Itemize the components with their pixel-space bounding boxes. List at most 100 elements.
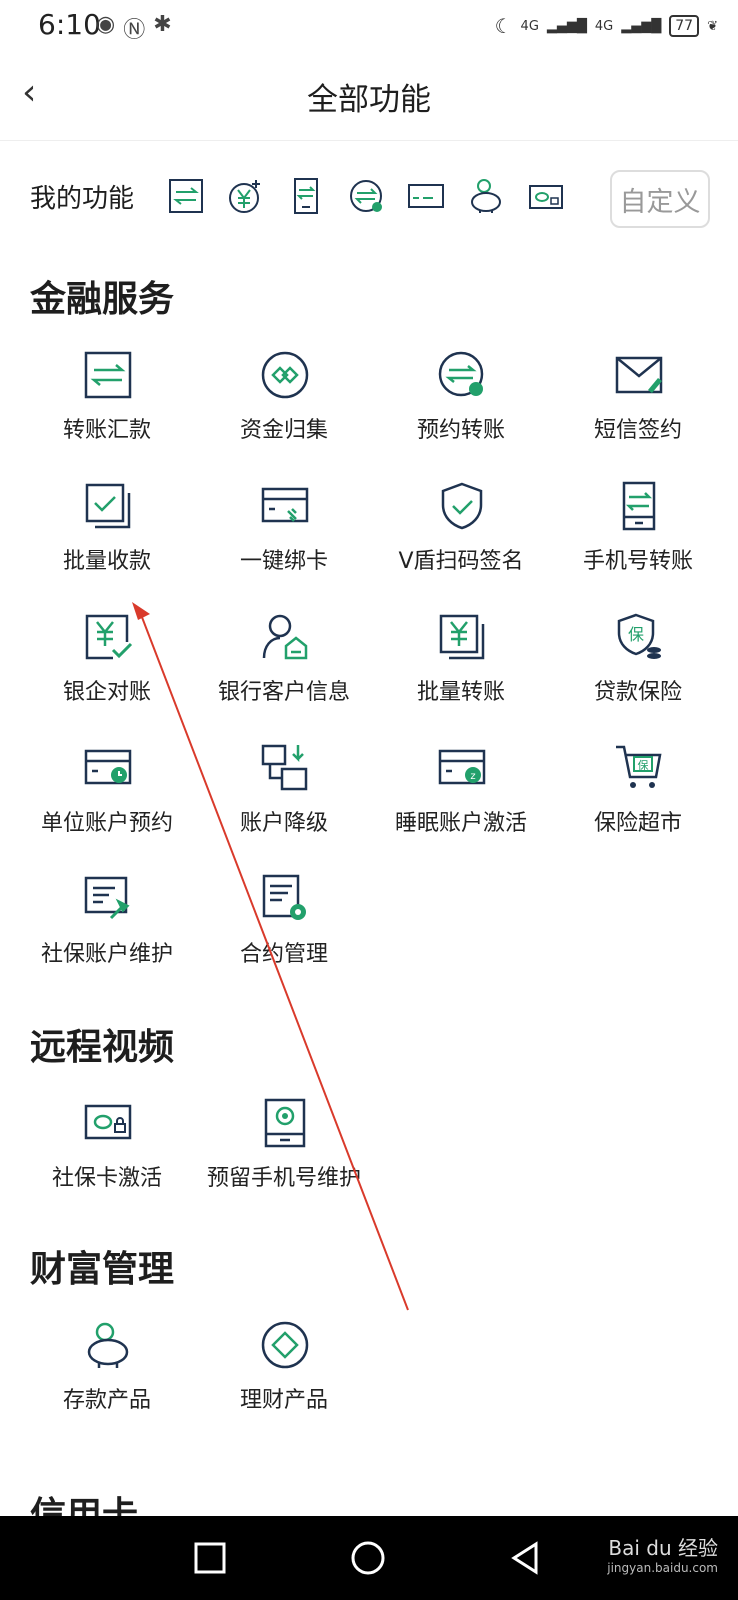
reserved-phone-icon [264,1098,306,1148]
system-nav-bar: Bai du 经验 jingyan.baidu.com [0,1516,738,1600]
tile-label: 账户降级 [239,811,328,836]
tile-phone-transfer[interactable]: 手机号转账 [546,481,730,611]
tile-insurance-market[interactable]: 保 保险超市 [546,743,730,873]
battery-level: 77 [669,15,700,37]
insurance-market-icon: 保 [616,745,662,788]
tile-label: 一键绑卡 [239,549,328,574]
piggy-bank-icon-small[interactable] [466,176,506,216]
svg-text:z: z [470,771,475,782]
section-title-wealth: 财富管理 [30,1249,175,1290]
loan-insurance-icon: 保 [617,613,661,659]
page-title: 全部功能 [307,82,431,118]
tile-scheduled-transfer[interactable]: 预约转账 [369,350,553,480]
social-card-activate-icon [84,1104,132,1140]
tile-reserved-phone[interactable]: 预留手机号维护 [192,1098,376,1228]
tile-label: 银企对账 [62,680,151,705]
back-nav-icon[interactable] [504,1536,548,1580]
transfer-icon [84,351,132,399]
fund-collect-icon [261,351,309,399]
tile-label: 单位账户预约 [40,811,173,836]
tile-label: 资金归集 [239,418,328,443]
eye-icon: ◉ [96,12,116,37]
card-icon[interactable] [406,176,446,216]
tile-label: 预留手机号维护 [206,1166,361,1191]
moon-icon: ☾ [494,14,513,38]
batch-transfer-icon [439,614,485,660]
tile-label: 手机号转账 [582,549,693,574]
tile-batch-transfer[interactable]: 批量转账 [369,612,553,742]
social-card-icon-small[interactable] [526,176,566,216]
tile-reconcile[interactable]: 银企对账 [15,612,199,742]
svg-text:保: 保 [638,758,649,772]
status-bar: 6:10 ◉ Ⓝ ✱ ☾ 4G ▂▄▆█ 4G ▂▄▆█ 77 ❦ [0,0,738,52]
tile-label: 短信签约 [593,418,682,443]
tile-label: 存款产品 [62,1388,151,1413]
signal-4g-2: 4G [594,18,614,34]
signal-4g-1: 4G [520,18,539,34]
scheduled-transfer-icon [438,351,484,397]
tile-label: 转账汇款 [62,418,151,443]
tile-label: 社保账户维护 [40,942,173,967]
baidu-watermark: Bai du 经验 jingyan.baidu.com [607,1536,718,1575]
tile-label: 贷款保险 [593,680,682,705]
my-functions-label: 我的功能 [30,184,135,214]
phone-transfer-icon [622,481,656,531]
tile-loan-insurance[interactable]: 保 贷款保险 [546,612,730,742]
tile-label: 预约转账 [416,418,505,443]
customer-info-icon [262,614,308,660]
home-icon[interactable] [346,1536,390,1580]
tile-label: 银行客户信息 [217,680,350,705]
tile-account-downgrade[interactable]: 账户降级 [192,743,376,873]
recent-apps-icon[interactable] [188,1536,232,1580]
tile-shield-scan[interactable]: V盾扫码签名 [369,481,553,611]
tile-customer-info[interactable]: 银行客户信息 [192,612,376,742]
tile-label: 理财产品 [239,1388,328,1413]
reconcile-icon [85,614,133,660]
header: ‹ 全部功能 [0,52,738,141]
bluetooth-icon: ✱ [153,12,172,37]
tile-dormant-activate[interactable]: z 睡眠账户激活 [369,743,553,873]
tile-wealth-product[interactable]: 理财产品 [192,1320,376,1450]
tile-label: 批量收款 [62,549,151,574]
signal-bars-icon: ▂▄▆█ [546,18,587,34]
tile-transfer[interactable]: 转账汇款 [15,350,199,480]
account-reserve-icon [84,749,132,785]
my-functions-row: 我的功能 自定义 [0,160,738,240]
account-downgrade-icon [261,744,308,791]
tile-social-maintain[interactable]: 社保账户维护 [15,874,199,1004]
section-title-credit: 信用卡 [30,1495,139,1516]
nfc-icon: Ⓝ [123,18,146,43]
tile-deposit[interactable]: 存款产品 [15,1320,199,1450]
tile-batch-receive[interactable]: 批量收款 [15,481,199,611]
tile-label: 保险超市 [593,811,682,836]
diamond-icon [261,1321,309,1369]
contract-manage-icon [262,874,306,920]
phone-transfer-icon-small[interactable] [286,176,326,216]
section-title-finance: 金融服务 [30,279,175,320]
tile-label: 合约管理 [239,942,328,967]
tile-fund-collect[interactable]: 资金归集 [192,350,376,480]
tile-social-card-activate[interactable]: 社保卡激活 [15,1098,199,1228]
transfer-icon[interactable] [166,176,206,216]
tile-contract-manage[interactable]: 合约管理 [192,874,376,1004]
sms-sign-icon [615,356,663,394]
tile-bind-card[interactable]: 一键绑卡 [192,481,376,611]
signal-bars-icon-2: ▂▄▆█ [621,18,662,34]
scheduled-transfer-icon-small[interactable] [346,176,386,216]
social-maintain-icon [84,876,130,920]
tile-sms-sign[interactable]: 短信签约 [546,350,730,480]
section-title-remote: 远程视频 [30,1027,175,1068]
yuan-add-icon[interactable] [226,176,266,216]
batch-receive-icon [85,483,131,529]
tile-account-reserve[interactable]: 单位账户预约 [15,743,199,873]
tile-label: V盾扫码签名 [398,549,524,574]
leaf-icon: ❦ [707,18,718,34]
dormant-activate-icon: z [438,749,486,785]
status-time: 6:10 [38,8,101,41]
tile-label: 社保卡激活 [51,1166,162,1191]
piggy-bank-icon [87,1322,129,1368]
tile-label: 批量转账 [416,680,505,705]
svg-text:保: 保 [628,625,644,644]
customize-button[interactable]: 自定义 [610,170,710,228]
bind-card-icon [261,487,309,523]
